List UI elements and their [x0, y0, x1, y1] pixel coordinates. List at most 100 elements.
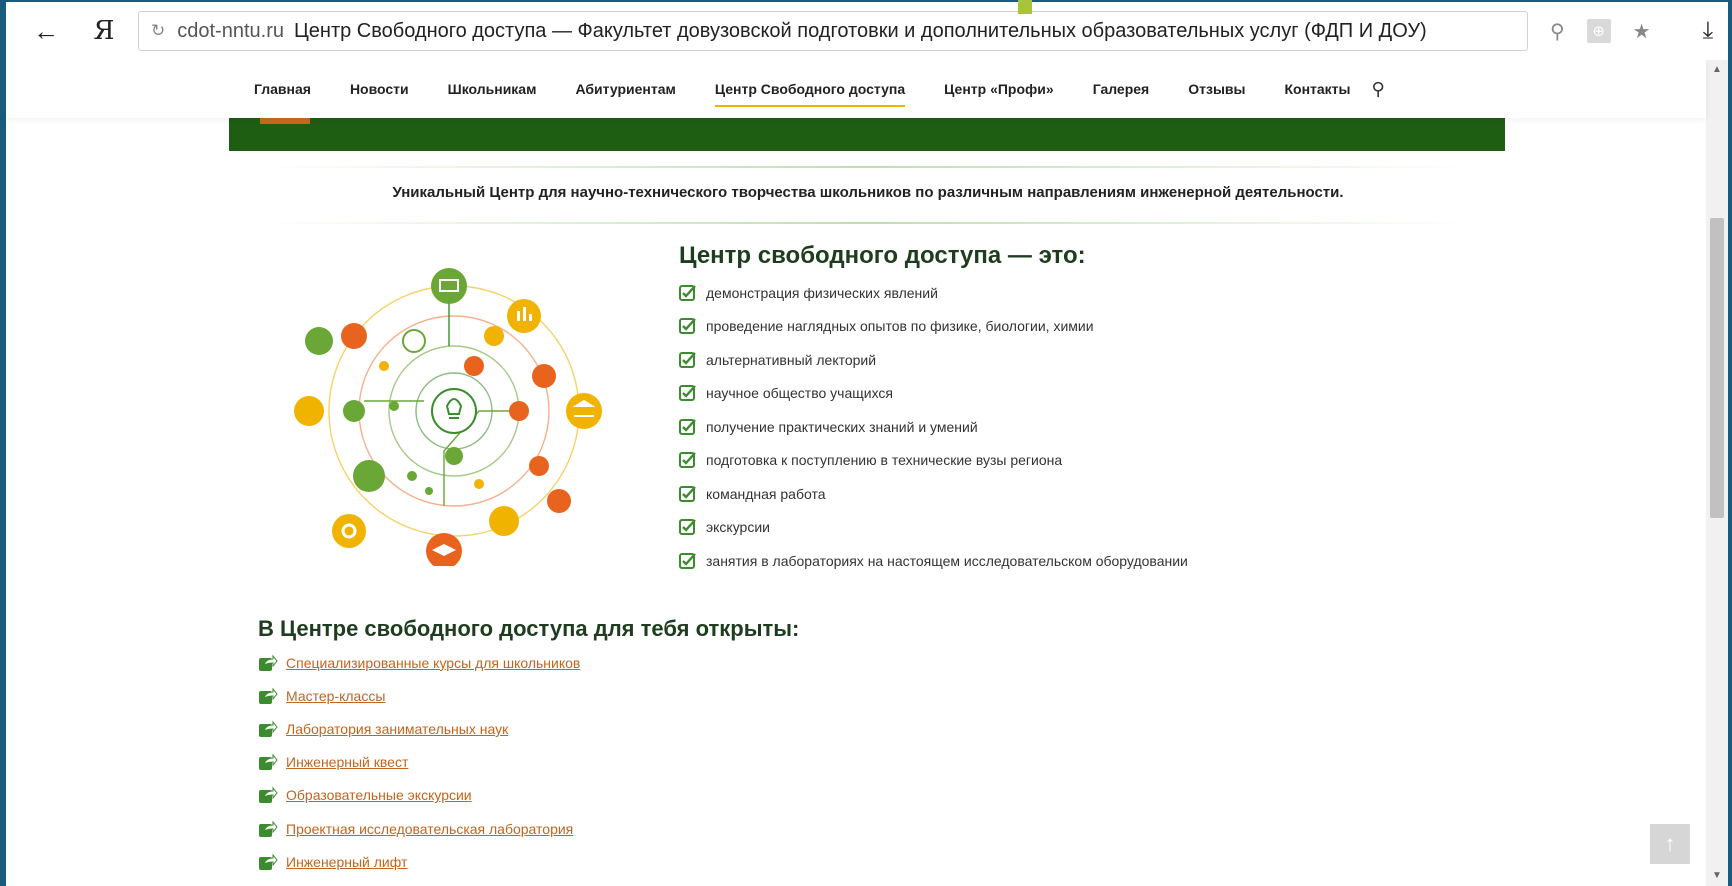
link-engineering-quest[interactable]: Инженерный квест	[286, 754, 408, 770]
link-educational-tours[interactable]: Образовательные экскурсии	[286, 787, 472, 803]
network-illustration	[294, 268, 602, 566]
window-accent	[1018, 0, 1032, 14]
checkbox-checked-icon	[679, 485, 696, 502]
scroll-to-top-button[interactable]: ↑	[1650, 824, 1690, 864]
checkbox-checked-icon	[679, 418, 696, 435]
list-item: подготовка к поступлению в технические в…	[679, 444, 1188, 478]
scroll-up-arrow-icon[interactable]: ▲	[1706, 60, 1728, 80]
nav-item-reviews[interactable]: Отзывы	[1188, 73, 1245, 105]
window-frame-right	[1728, 0, 1732, 886]
link-master-classes[interactable]: Мастер-классы	[286, 688, 385, 704]
list-item-text: занятия в лабораториях на настоящем иссл…	[706, 552, 1188, 569]
link-item: Мастер-классы	[258, 679, 799, 712]
site-search-icon[interactable]: ⚲	[1371, 79, 1384, 100]
link-item: Проектная исследовательская лаборатория	[258, 812, 799, 845]
checkbox-checked-icon	[679, 385, 696, 402]
list-item-text: проведение наглядных опытов по физике, б…	[706, 318, 1094, 335]
nav-item-home[interactable]: Главная	[254, 73, 311, 105]
tagline-divider-bottom	[266, 222, 1466, 224]
list-item: научное общество учащихся	[679, 377, 1188, 411]
list-item: получение практических знаний и умений	[679, 410, 1188, 444]
share-icon	[259, 786, 278, 804]
music-icon	[343, 400, 365, 422]
link-item: Образовательные экскурсии	[258, 779, 799, 812]
flask-icon	[353, 460, 385, 492]
nav-item-news[interactable]: Новости	[350, 73, 409, 105]
nav-item-profi-center[interactable]: Центр «Профи»	[944, 73, 1054, 105]
section1-title: Центр свободного доступа — это:	[679, 242, 1086, 269]
green-banner	[229, 118, 1505, 151]
checkbox-checked-icon	[679, 452, 696, 469]
star-icon[interactable]: ★	[1633, 19, 1651, 44]
list-item-text: подготовка к поступлению в технические в…	[706, 452, 1063, 469]
nav-item-schoolchildren[interactable]: Школьникам	[448, 73, 537, 105]
list-item-text: получение практических знаний и умений	[706, 418, 978, 435]
list-item-text: научное общество учащихся	[706, 385, 894, 402]
page-scrollbar[interactable]: ▲ ▼	[1706, 60, 1728, 886]
checkbox-checked-icon	[679, 552, 696, 569]
share-icon	[259, 720, 278, 737]
checkbox-checked-icon	[679, 519, 696, 536]
address-bar[interactable]: ↻ cdot-nntu.ru Центр Свободного доступа …	[138, 11, 1528, 51]
calculator-icon	[484, 326, 504, 346]
nav-item-free-access-center[interactable]: Центр Свободного доступа	[714, 73, 906, 107]
site-navigation: Главная Новости Школьникам Абитуриентам …	[6, 60, 1706, 118]
laptop-icon	[431, 268, 467, 304]
link-item: Инженерный квест	[258, 746, 799, 779]
scroll-down-arrow-icon[interactable]: ▼	[1706, 866, 1728, 886]
link-engineering-lift[interactable]: Инженерный лифт	[286, 854, 407, 870]
link-research-lab[interactable]: Проектная исследовательская лаборатория	[286, 821, 573, 837]
nav-item-contacts[interactable]: Контакты	[1284, 73, 1350, 105]
checkbox-checked-icon	[679, 284, 696, 301]
tagline-divider-top	[266, 166, 1466, 168]
list-item: занятия в лабораториях на настоящем иссл…	[679, 544, 1188, 578]
reload-icon[interactable]: ↻	[151, 21, 165, 41]
section2-title: В Центре свободного доступа для тебя отк…	[258, 616, 800, 641]
browser-actions: ⚲ ⊕ ★ ⤓	[1550, 17, 1713, 45]
checkbox-checked-icon	[679, 318, 696, 335]
download-icon[interactable]: ⤓	[1703, 17, 1714, 45]
section2-links: Специализированные курсы для школьников …	[258, 646, 799, 878]
list-item: проведение наглядных опытов по физике, б…	[679, 310, 1188, 344]
share-icon	[259, 820, 278, 837]
gavel-icon	[341, 323, 367, 349]
link-fun-science-lab[interactable]: Лаборатория занимательных наук	[286, 721, 508, 737]
list-item-text: командная работа	[706, 485, 826, 502]
list-item: командная работа	[679, 477, 1188, 511]
browser-toolbar: ← Я ↻ cdot-nntu.ru Центр Свободного дост…	[6, 2, 1728, 60]
share-icon	[259, 687, 278, 704]
banner-accent	[260, 118, 310, 124]
address-domain: cdot-nntu.ru	[177, 19, 284, 42]
page-viewport: Главная Новости Школьникам Абитуриентам …	[6, 60, 1728, 886]
scrollbar-thumb[interactable]	[1710, 218, 1724, 518]
search-small-icon	[529, 456, 549, 476]
refresh-icon	[489, 506, 519, 536]
share-icon	[259, 654, 278, 671]
share-icon	[259, 853, 278, 870]
hands-icon	[294, 396, 324, 426]
section-what-is-center: Центр свободного доступа — это: демонстр…	[679, 242, 1188, 578]
nav-item-gallery[interactable]: Галерея	[1093, 73, 1150, 105]
list-item: альтернативный лекторий	[679, 343, 1188, 377]
lightbulb-icon	[431, 388, 477, 434]
bank-icon	[566, 393, 602, 429]
clock-icon	[402, 329, 426, 353]
section-open-for-you: В Центре свободного доступа для тебя отк…	[258, 616, 799, 878]
nav-item-applicants[interactable]: Абитуриентам	[575, 73, 675, 105]
atom-icon	[509, 401, 529, 421]
list-item: экскурсии	[679, 511, 1188, 545]
link-item: Инженерный лифт	[258, 845, 799, 878]
search-icon[interactable]: ⚲	[1550, 19, 1565, 44]
back-button[interactable]: ←	[24, 16, 68, 47]
list-item-text: альтернативный лекторий	[706, 351, 877, 368]
compass-icon	[464, 356, 484, 376]
yandex-logo[interactable]: Я	[84, 16, 124, 46]
globe-icon[interactable]: ⊕	[1586, 19, 1611, 43]
link-specialized-courses[interactable]: Специализированные курсы для школьников	[286, 655, 580, 671]
list-item-text: экскурсии	[706, 519, 770, 536]
share-icon	[259, 753, 278, 771]
plane-icon	[445, 447, 463, 465]
list-item: демонстрация физических явлений	[679, 276, 1188, 310]
book-icon	[547, 489, 571, 513]
gear-icon	[332, 514, 366, 548]
